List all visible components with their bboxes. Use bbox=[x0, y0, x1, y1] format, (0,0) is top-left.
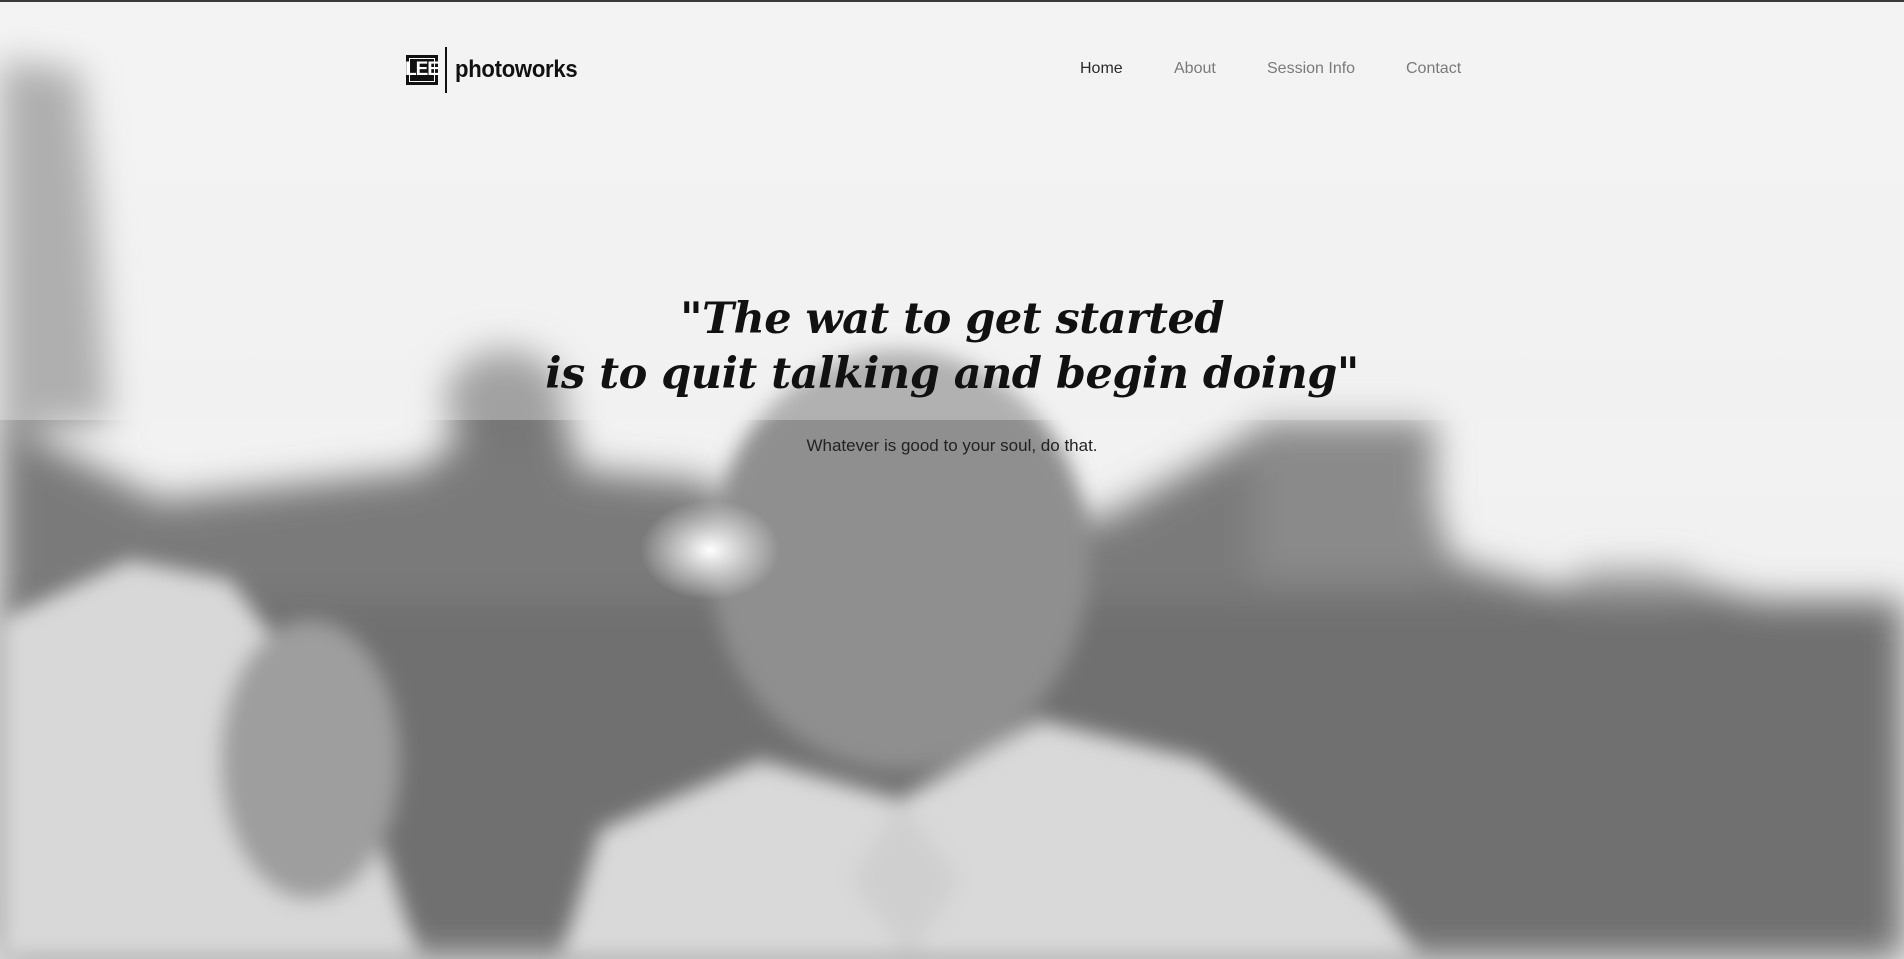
hero-quote: "The wat to get started is to quit talki… bbox=[0, 292, 1904, 402]
hero-quote-line-1: "The wat to get started bbox=[680, 294, 1224, 344]
logo-mark: LEE bbox=[405, 55, 440, 85]
nav-item-contact[interactable]: Contact bbox=[1406, 60, 1461, 78]
brand-logo[interactable]: LEE photoworks bbox=[405, 46, 588, 94]
logo-divider bbox=[445, 47, 447, 93]
hero-quote-line-2: is to quit talking and begin doing" bbox=[545, 349, 1359, 399]
hero-section: "The wat to get started is to quit talki… bbox=[0, 292, 1904, 456]
nav-item-home[interactable]: Home bbox=[1080, 60, 1123, 78]
nav-item-about[interactable]: About bbox=[1174, 60, 1216, 78]
hero-subtitle: Whatever is good to your soul, do that. bbox=[806, 436, 1098, 455]
nav-item-session-info[interactable]: Session Info bbox=[1267, 60, 1355, 78]
hero-background-image bbox=[0, 0, 1904, 959]
page: LEE photoworks Home About Session Info C… bbox=[0, 0, 1904, 959]
site-header: LEE photoworks Home About Session Info C… bbox=[0, 0, 1904, 140]
logo-text: photoworks bbox=[455, 56, 578, 83]
